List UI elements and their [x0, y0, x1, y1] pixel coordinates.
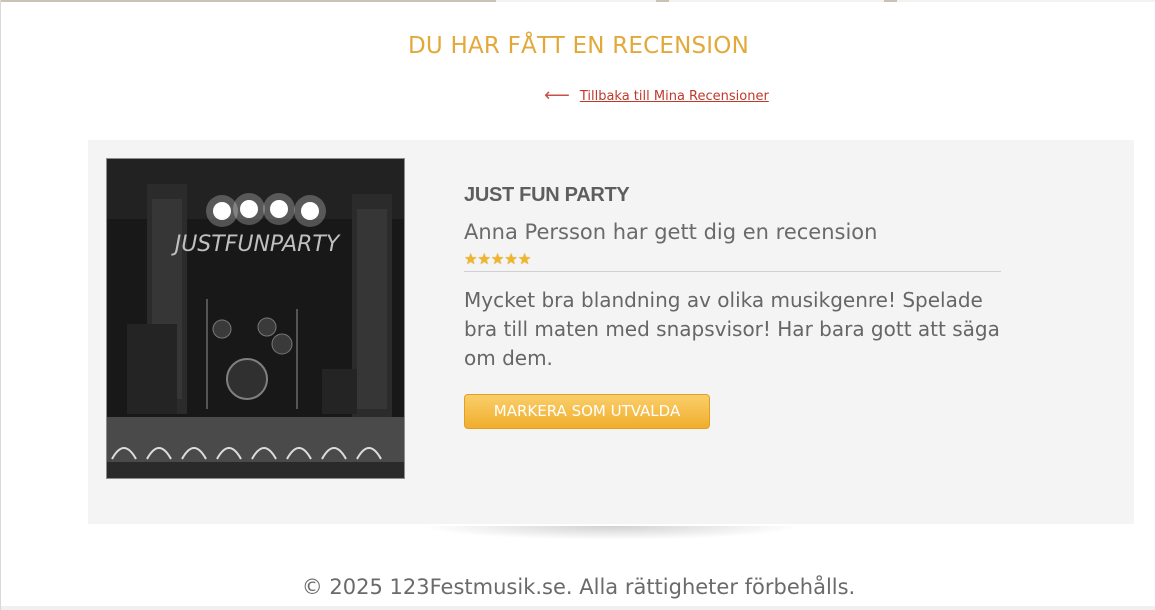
review-text: Mycket bra blandning av olika musikgenre…	[464, 288, 1000, 370]
svg-text:JUSTFUNPARTY: JUSTFUNPARTY	[171, 232, 341, 257]
star-icon: ★	[477, 250, 491, 268]
star-icon: ★	[490, 250, 505, 268]
star-icon: ★	[517, 250, 532, 268]
star-icon: ★	[464, 250, 478, 268]
band-name: JUST FUN PARTY	[464, 184, 630, 206]
card-shadow	[421, 526, 801, 540]
page-title: DU HAR FÅTT EN RECENSION	[408, 33, 749, 59]
back-to-reviews-link[interactable]: Tillbaka till Mina Recensioner	[580, 89, 769, 104]
star-icon: ★	[504, 250, 518, 268]
back-link-row[interactable]: ⟵ Tillbaka till Mina Recensioner	[544, 86, 769, 106]
reviewer-text: Anna Persson har gett dig en recension	[464, 220, 878, 244]
arrow-left-icon[interactable]: ⟵	[544, 87, 570, 105]
divider	[464, 271, 1001, 272]
review-info: JUST FUN PARTY Anna Persson har gett dig…	[464, 184, 1001, 373]
band-photo: JUSTFUNPARTY	[106, 158, 405, 479]
copyright-footer: © 2025 123Festmusik.se. Alla rättigheter…	[301, 575, 856, 599]
stage-image: JUSTFUNPARTY	[107, 159, 404, 478]
top-bar	[1, 0, 1155, 2]
bottom-bar	[1, 606, 1155, 610]
star-rating: ★ ★ ★ ★ ★	[464, 252, 1001, 268]
mark-as-featured-button[interactable]: MARKERA SOM UTVALDA	[464, 394, 710, 429]
